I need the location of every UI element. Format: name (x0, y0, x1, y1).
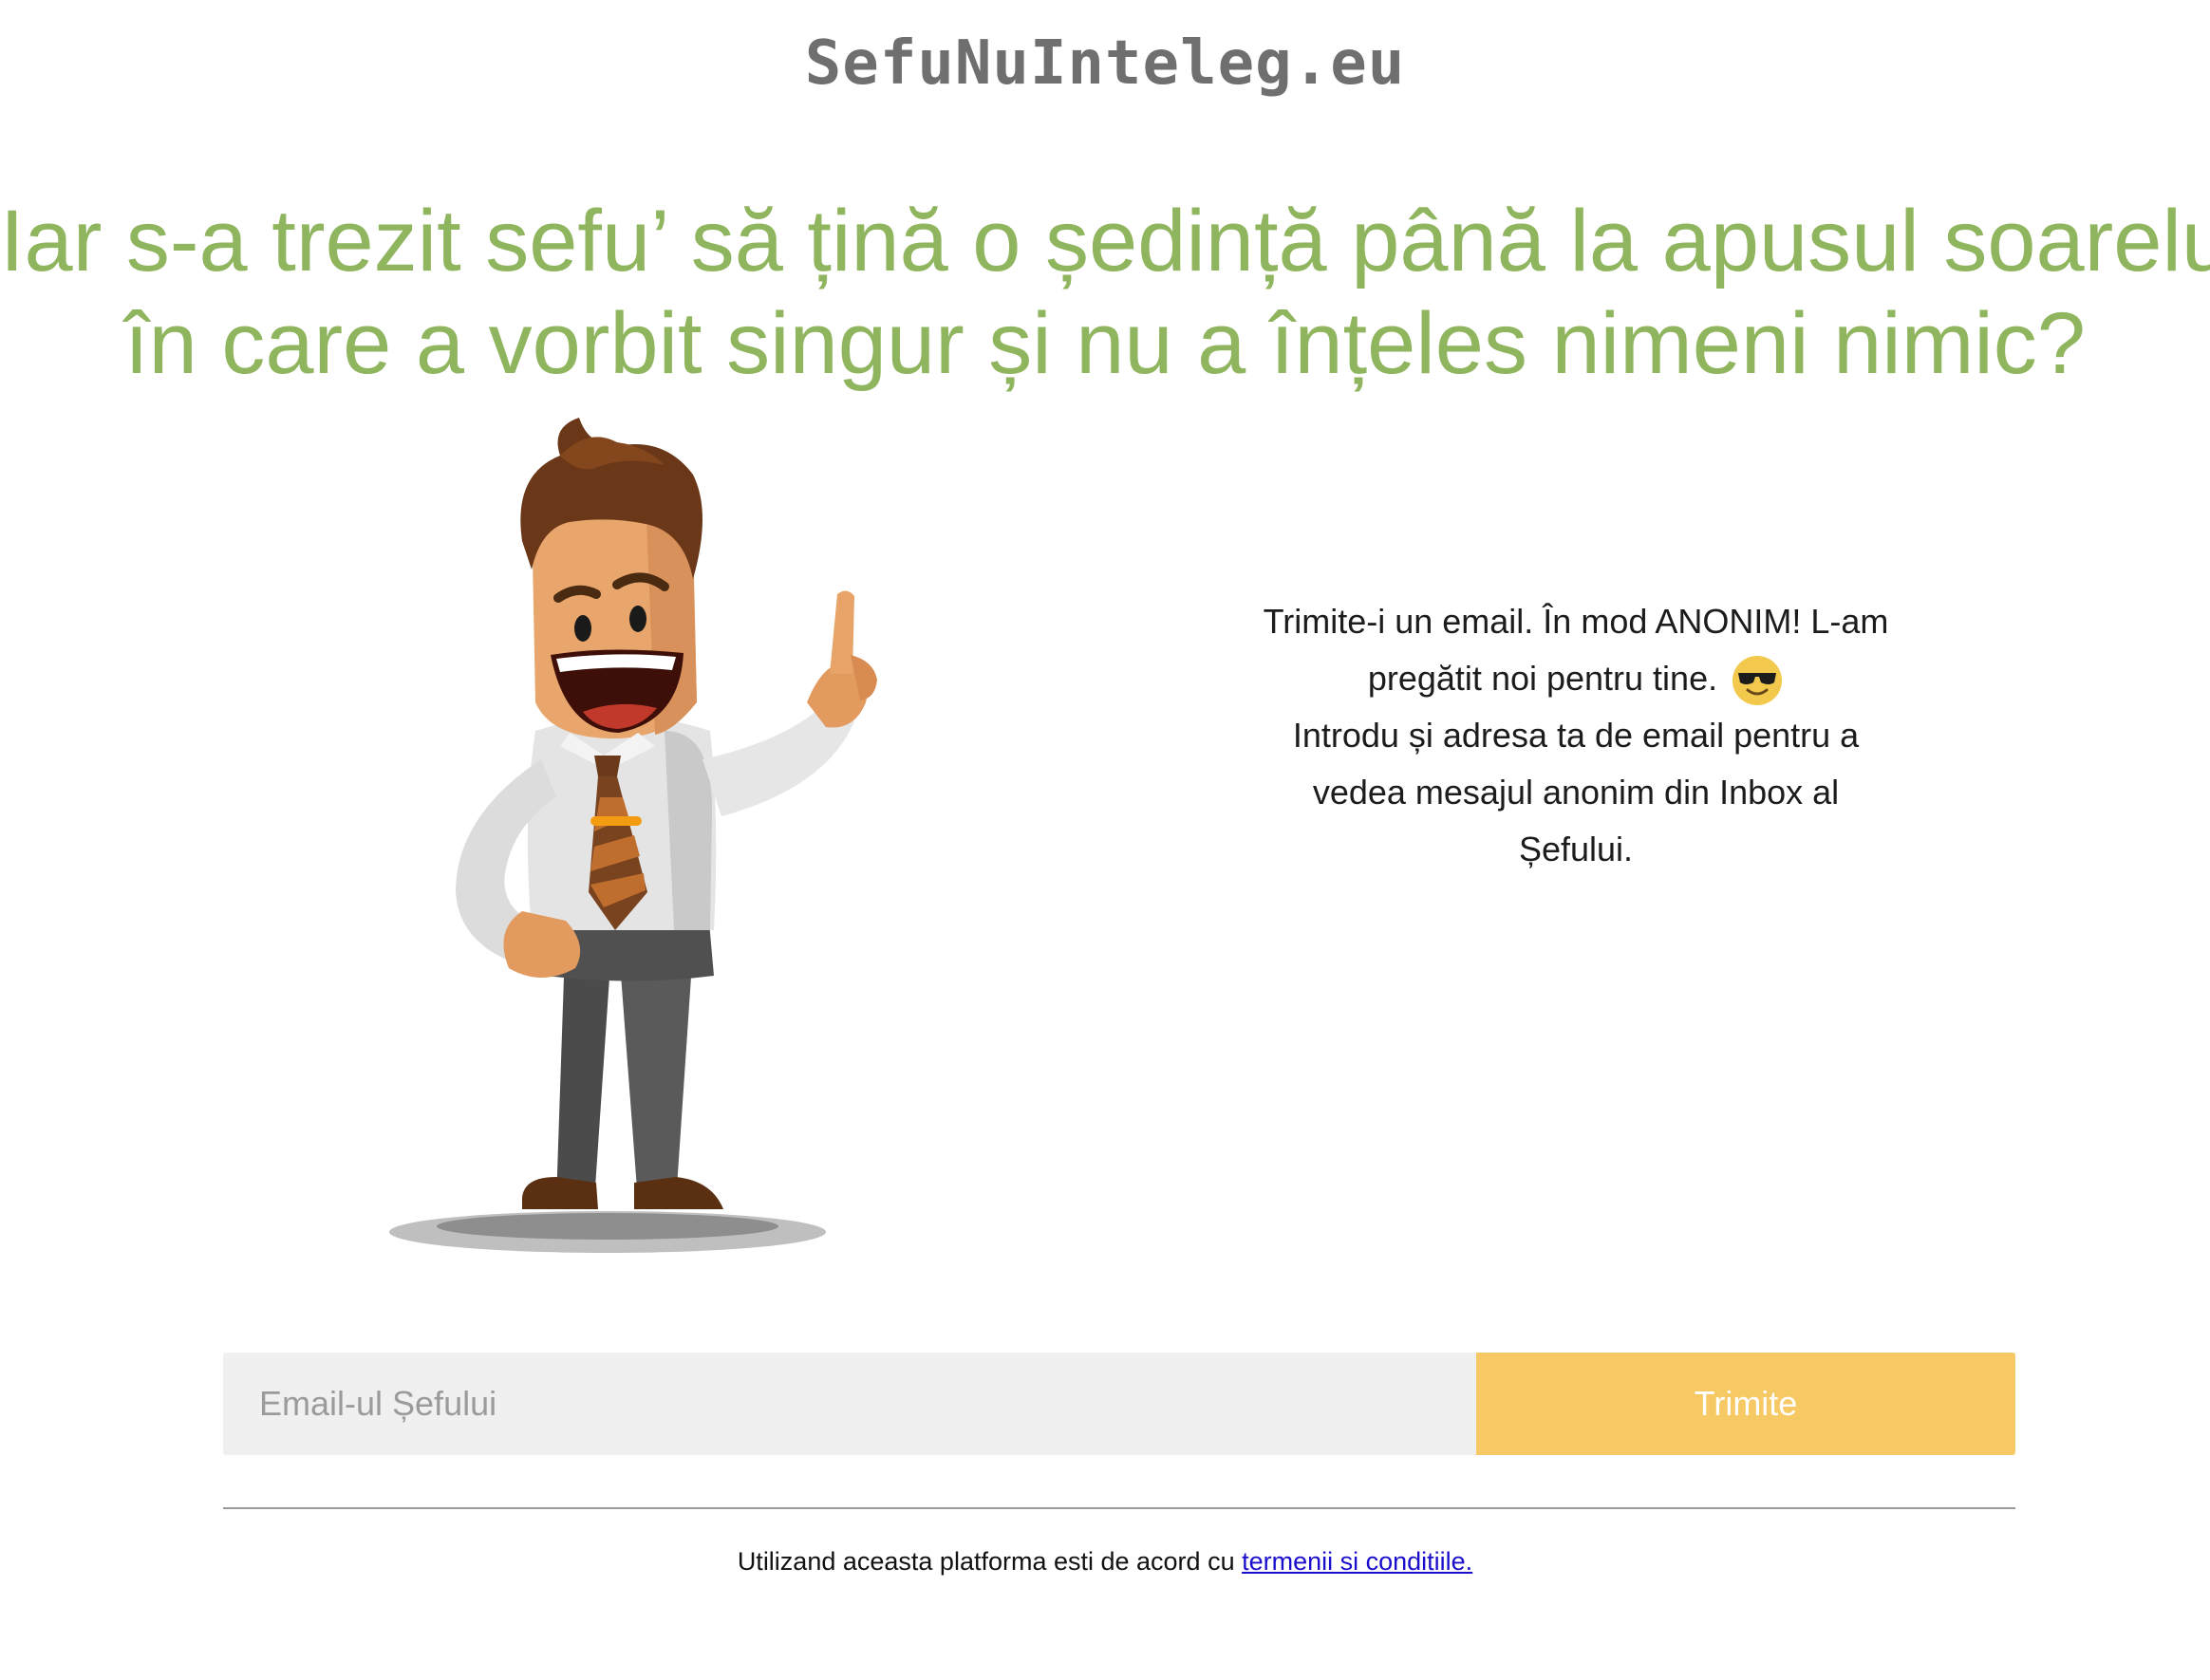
sunglasses-emoji-icon (1732, 656, 1783, 705)
submit-button[interactable]: Trimite (1476, 1353, 2015, 1455)
info-text: Trimite-i un email. În mod ANONIM! L-am … (1215, 593, 1937, 878)
boss-email-input[interactable] (223, 1353, 1476, 1455)
info-line-2: pregătit noi pentru tine. (1367, 659, 1718, 698)
info-line-1: Trimite-i un email. În mod ANONIM! L-am (1263, 602, 1889, 641)
businessman-illustration (389, 418, 877, 1253)
info-line-4: vedea mesajul anonim din Inbox al (1312, 773, 1840, 812)
terms-link[interactable]: termenii si conditiile. (1242, 1547, 1472, 1576)
headline-line-2: în care a vorbit singur și nu a înțeles … (124, 295, 2086, 392)
site-title: SefuNuInteleg.eu (804, 28, 1406, 99)
send-email-form: Trimite (223, 1353, 2015, 1455)
headline-line-1: Iar s-a trezit sefu’ să țină o ședință p… (0, 193, 2210, 289)
info-line-5: Șefului. (1518, 830, 1634, 868)
footer: Utilizand aceasta platforma esti de acor… (0, 1547, 2210, 1577)
info-line-3: Introdu și adresa ta de email pentru a (1292, 716, 1860, 755)
page-headline: Iar s-a trezit sefu’ să țină o ședință p… (0, 190, 2210, 395)
info-line-2-row: pregătit noi pentru tine. (1215, 650, 1937, 707)
footer-text: Utilizand aceasta platforma esti de acor… (737, 1547, 1243, 1576)
footer-divider (223, 1507, 2015, 1509)
